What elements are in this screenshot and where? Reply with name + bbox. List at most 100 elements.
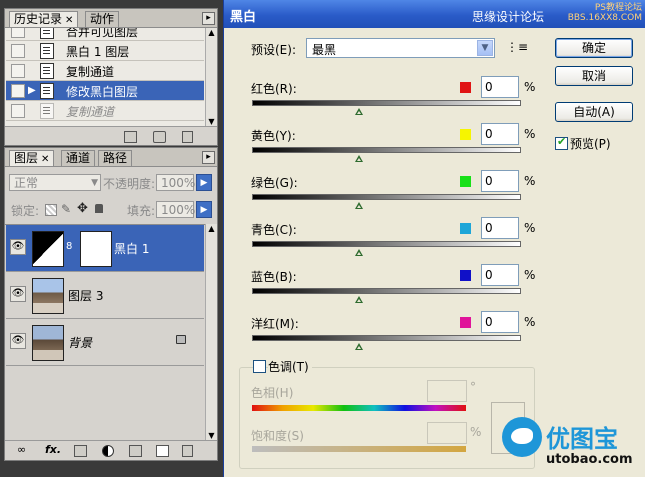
new-document-from-state-icon[interactable] [124, 131, 137, 143]
channel-green: 绿色(G): 0 % [224, 168, 544, 212]
dialog-titlebar[interactable]: 黑白 思缘设计论坛 PS教程论坛 BBS.16XX8.COM [224, 0, 645, 28]
green-value-input[interactable]: 0 [481, 170, 519, 192]
tab-channels[interactable]: 通道 [61, 150, 96, 166]
blue-value-input[interactable]: 0 [481, 264, 519, 286]
lock-icon [176, 335, 186, 344]
auto-button[interactable]: 自动(A) [555, 102, 633, 122]
magenta-slider-handle[interactable] [355, 343, 363, 350]
scroll-down-icon[interactable]: ▼ [206, 117, 217, 126]
fill-slider-button[interactable]: ▶ [196, 201, 212, 218]
scroll-up-icon[interactable]: ▲ [206, 224, 217, 233]
cancel-button[interactable]: 取消 [555, 66, 633, 86]
trash-icon[interactable] [182, 131, 193, 143]
history-source-checkbox[interactable] [11, 44, 25, 58]
close-icon[interactable]: ✕ [41, 154, 49, 165]
layer-row-background[interactable]: 👁 背景 [6, 319, 204, 366]
tab-actions[interactable]: 动作 [85, 11, 120, 27]
adjustment-thumbnail[interactable] [32, 231, 64, 267]
cyan-slider-track[interactable] [252, 241, 521, 247]
lock-all-icon[interactable] [95, 204, 103, 213]
preview-checkbox[interactable]: ✔ [555, 135, 568, 150]
history-pointer-icon: ▶ [28, 85, 36, 96]
layers-scrollbar[interactable]: ▲ ▼ [205, 224, 217, 440]
layer-style-icon[interactable]: fx. [45, 443, 61, 456]
layer-thumbnail[interactable] [32, 325, 64, 361]
scroll-down-icon[interactable]: ▼ [206, 431, 217, 440]
eye-icon[interactable]: 👁 [10, 333, 26, 349]
preset-select[interactable]: 最黑 ▼ [306, 38, 495, 58]
history-item[interactable]: 黑白 1 图层 [6, 41, 204, 61]
history-scrollbar[interactable]: ▲ ▼ [205, 28, 217, 126]
history-source-checkbox[interactable] [11, 64, 25, 78]
eye-icon[interactable]: 👁 [10, 239, 26, 255]
yellow-slider-track[interactable] [252, 147, 521, 153]
new-group-icon[interactable] [129, 445, 142, 457]
preset-options-icon[interactable]: ⋮≡ [506, 40, 528, 54]
ok-button[interactable]: 确定 [555, 38, 633, 58]
eye-icon[interactable]: 👁 [10, 286, 26, 302]
link-layers-icon[interactable]: ∞ [17, 443, 26, 456]
saturation-input[interactable] [427, 422, 467, 444]
magenta-slider-track[interactable] [252, 335, 521, 341]
cyan-value-input[interactable]: 0 [481, 217, 519, 239]
snapshot-icon[interactable] [153, 131, 166, 143]
preset-value: 最黑 [312, 43, 337, 57]
new-layer-icon[interactable] [156, 445, 169, 457]
tint-checkbox[interactable] [253, 360, 266, 373]
yellow-slider-handle[interactable] [355, 155, 363, 162]
panel-menu-icon[interactable]: ▸ [202, 12, 215, 25]
magenta-value-input[interactable]: 0 [481, 311, 519, 333]
history-state-icon [40, 43, 54, 59]
history-source-checkbox[interactable] [11, 104, 25, 118]
layers-panel: 图层 ✕ 通道 路径 ▸ 正常 ▼ 不透明度: 100% ▶ 锁定: ✎ ✥ 填充:… [4, 147, 218, 461]
tab-history[interactable]: 历史记录 ✕ [9, 11, 79, 27]
chevron-down-icon[interactable]: ▼ [477, 40, 493, 56]
history-item[interactable]: 合并可见图层 [6, 28, 204, 41]
lock-move-icon[interactable]: ✥ [77, 201, 88, 216]
blue-slider-handle[interactable] [355, 296, 363, 303]
fill-input[interactable]: 100% [156, 201, 196, 218]
history-item[interactable]: 复制通道 [6, 61, 204, 81]
layer-mask-thumbnail[interactable] [80, 231, 112, 267]
preview-label: 预览(P) [570, 137, 611, 151]
fill-value: 100% [161, 203, 196, 217]
adjustment-layer-icon[interactable] [102, 445, 114, 457]
lock-transparency-icon[interactable] [45, 204, 57, 216]
saturation-slider-track[interactable] [252, 446, 466, 452]
scroll-up-icon[interactable]: ▲ [206, 28, 217, 37]
lock-paint-icon[interactable]: ✎ [61, 202, 71, 216]
tab-paths[interactable]: 路径 [98, 150, 133, 166]
blue-slider-track[interactable] [252, 288, 521, 294]
saturation-label: 饱和度(S) [251, 429, 304, 443]
red-slider-handle[interactable] [355, 108, 363, 115]
layer-thumbnail[interactable] [32, 278, 64, 314]
cyan-swatch [460, 223, 471, 234]
history-source-checkbox[interactable] [11, 28, 25, 38]
green-slider-track[interactable] [252, 194, 521, 200]
green-slider-handle[interactable] [355, 202, 363, 209]
blend-mode-select[interactable]: 正常 ▼ [9, 174, 101, 191]
hue-slider-track[interactable] [252, 405, 466, 411]
channel-cyan: 青色(C): 0 % [224, 215, 544, 259]
bird-logo-icon [502, 417, 542, 457]
trash-icon[interactable] [182, 445, 193, 457]
panel-menu-icon[interactable]: ▸ [202, 151, 215, 164]
chain-link-icon[interactable]: 8 [66, 241, 72, 252]
cyan-slider-handle[interactable] [355, 249, 363, 256]
history-item[interactable]: 复制通道 [6, 101, 204, 121]
history-item-selected[interactable]: ▶ 修改黑白图层 [6, 81, 204, 101]
red-slider-track[interactable] [252, 100, 521, 106]
opacity-input[interactable]: 100% [156, 174, 195, 191]
close-icon[interactable]: ✕ [65, 15, 73, 26]
red-value-input[interactable]: 0 [481, 76, 519, 98]
layer-row-3[interactable]: 👁 图层 3 [6, 272, 204, 319]
layer-row-bw[interactable]: 👁 8 黑白 1 [6, 225, 204, 272]
tab-layers[interactable]: 图层 ✕ [9, 150, 55, 166]
red-swatch [460, 82, 471, 93]
add-mask-icon[interactable] [74, 445, 87, 457]
percent-unit: % [524, 80, 536, 94]
history-source-checkbox[interactable] [11, 84, 25, 98]
hue-input[interactable] [427, 380, 467, 402]
opacity-slider-button[interactable]: ▶ [196, 174, 212, 191]
yellow-value-input[interactable]: 0 [481, 123, 519, 145]
